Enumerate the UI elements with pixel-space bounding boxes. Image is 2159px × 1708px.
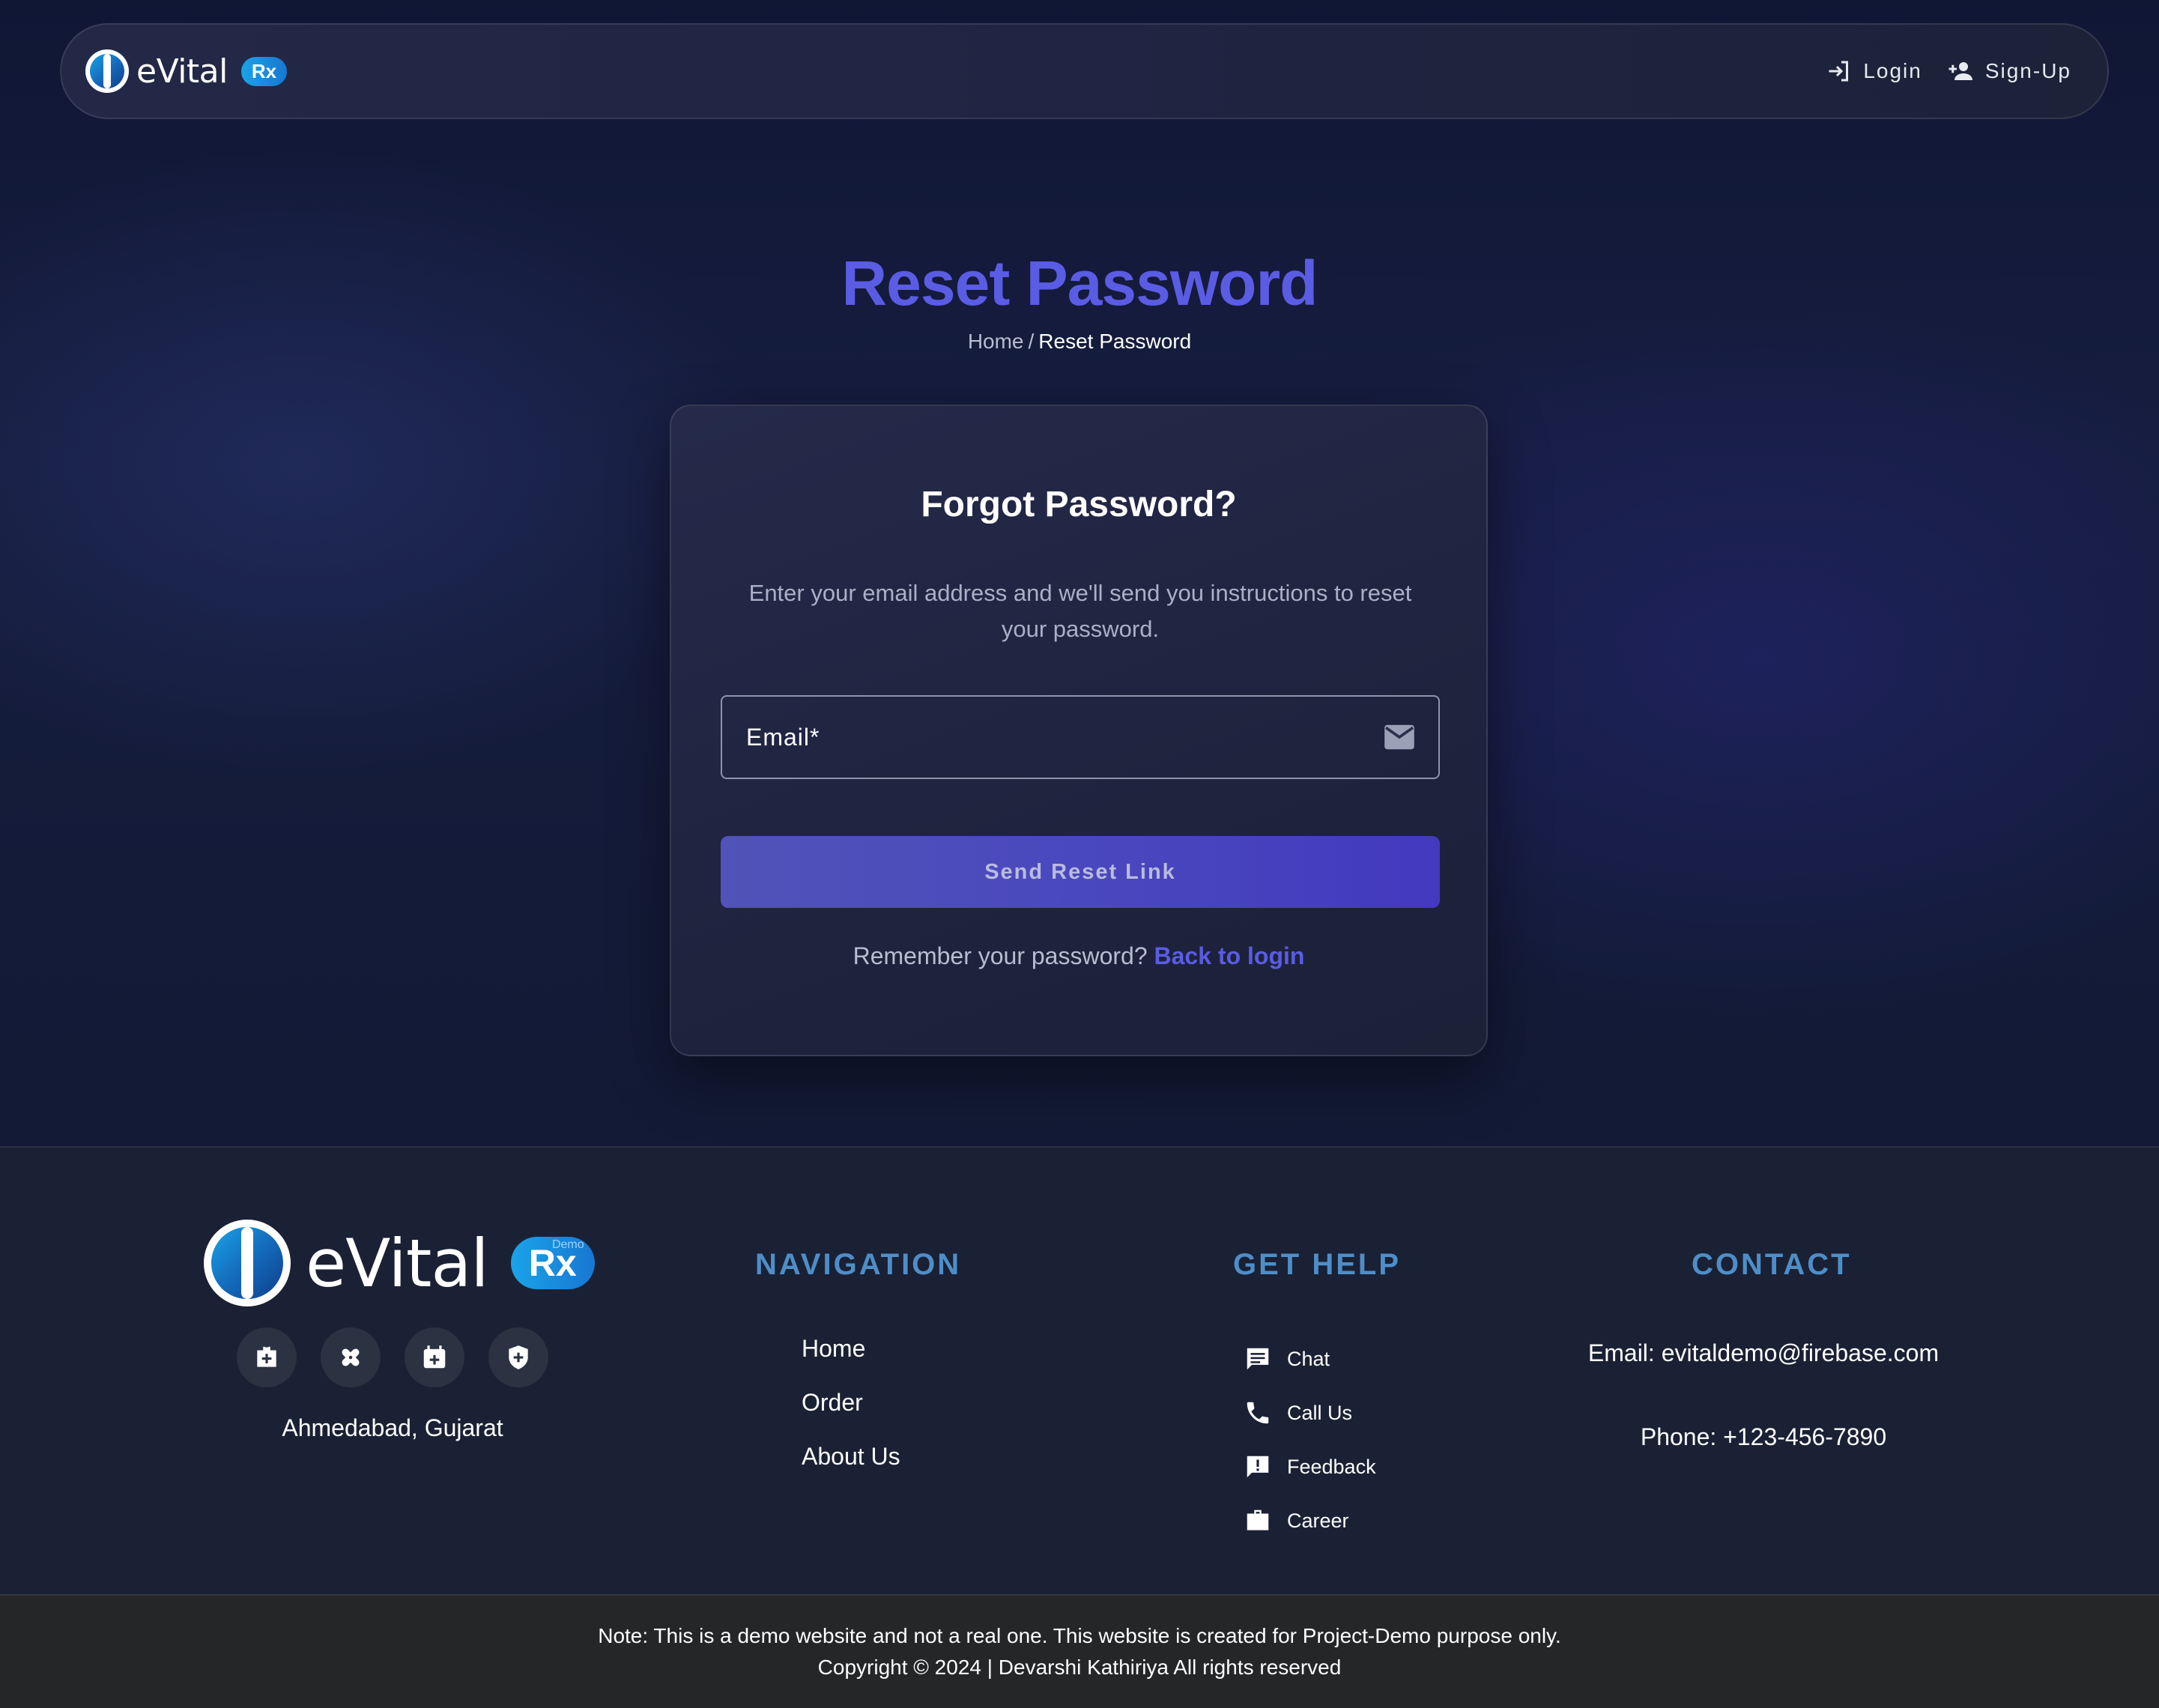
logo-mark-icon xyxy=(85,49,129,93)
rx-badge: Rx xyxy=(240,56,288,86)
footer-nav-home[interactable]: Home xyxy=(802,1333,900,1387)
navigation-heading: NAVIGATION xyxy=(755,1248,962,1281)
social-icons xyxy=(237,1327,548,1387)
login-link[interactable]: Login xyxy=(1826,58,1922,85)
brand-logo[interactable]: eVital Rx xyxy=(85,49,288,93)
login-label: Login xyxy=(1863,59,1922,82)
help-feedback-label: Feedback xyxy=(1287,1455,1376,1478)
person-add-icon xyxy=(1948,62,1972,80)
email-field[interactable]: Email* xyxy=(721,695,1440,779)
breadcrumb: Home / Reset Password xyxy=(0,330,2159,354)
breadcrumb-separator: / xyxy=(1028,330,1035,353)
back-to-login-link[interactable]: Back to login xyxy=(1154,942,1305,969)
copyright: Copyright © 2024 | Devarshi Kathiriya Al… xyxy=(817,1656,1342,1679)
reset-password-card: Forgot Password? Enter your email addres… xyxy=(670,405,1488,1056)
demo-tag: Demo xyxy=(551,1238,584,1251)
help-career[interactable]: Career xyxy=(1244,1494,1376,1548)
footer-brand-name: eVital xyxy=(306,1224,489,1302)
signup-label: Sign-Up xyxy=(1984,59,2071,82)
bandage-button[interactable] xyxy=(321,1327,381,1387)
mail-icon xyxy=(1384,724,1414,750)
breadcrumb-current: Reset Password xyxy=(1038,330,1192,353)
phone-icon xyxy=(1247,1402,1269,1424)
footer-location: Ahmedabad, Gujarat xyxy=(282,1414,503,1441)
footer-navigation-list: Home Order About Us xyxy=(802,1333,900,1495)
page-title: Reset Password xyxy=(841,248,1318,318)
feedback-icon xyxy=(1247,1456,1269,1478)
briefcase-icon xyxy=(1247,1509,1269,1530)
footer-nav-about[interactable]: About Us xyxy=(802,1441,900,1495)
medical-bag-icon xyxy=(257,1345,276,1367)
remember-password-line: Remember your password? Back to login xyxy=(671,942,1486,970)
bottom-bar: Note: This is a demo website and not a r… xyxy=(0,1594,2159,1708)
footer-help-list: Chat Call Us Feedback Career xyxy=(1244,1332,1376,1548)
footer-logo-mark-icon xyxy=(204,1220,291,1306)
help-call-us-label: Call Us xyxy=(1287,1401,1353,1424)
nav-actions: Login Sign-Up xyxy=(1826,58,2071,85)
help-career-label: Career xyxy=(1287,1509,1349,1532)
contact-phone[interactable]: Phone: +123-456-7890 xyxy=(1539,1423,1988,1451)
calendar-plus-button[interactable] xyxy=(405,1327,464,1387)
email-label: Email* xyxy=(746,723,820,751)
remember-text: Remember your password? xyxy=(853,942,1148,969)
footer: eVital Rx Demo Ahmedabad, Gujarat NAVIGA… xyxy=(0,1146,2159,1594)
bandage-icon xyxy=(342,1348,360,1366)
send-reset-link-button[interactable]: Send Reset Link xyxy=(721,836,1440,908)
contact-heading: CONTACT xyxy=(1692,1248,1852,1281)
brand-name: eVital xyxy=(136,52,228,91)
demo-note: Note: This is a demo website and not a r… xyxy=(598,1624,1561,1647)
contact-email[interactable]: Email: evitaldemo@firebase.com xyxy=(1539,1339,1988,1367)
login-icon xyxy=(1829,61,1849,82)
card-title: Forgot Password? xyxy=(921,485,1237,524)
signup-link[interactable]: Sign-Up xyxy=(1948,58,2071,85)
footer-rx-badge: Rx Demo xyxy=(510,1237,595,1289)
calendar-plus-icon xyxy=(423,1345,446,1369)
footer-brand-logo[interactable]: eVital Rx Demo xyxy=(204,1220,595,1306)
footer-nav-order[interactable]: Order xyxy=(802,1387,900,1441)
get-help-heading: GET HELP xyxy=(1233,1248,1402,1281)
help-chat[interactable]: Chat xyxy=(1244,1332,1376,1386)
help-call-us[interactable]: Call Us xyxy=(1244,1386,1376,1440)
help-feedback[interactable]: Feedback xyxy=(1244,1440,1376,1494)
help-chat-label: Chat xyxy=(1287,1347,1330,1370)
chat-icon xyxy=(1247,1348,1269,1370)
shield-plus-icon xyxy=(509,1345,528,1369)
card-description: Enter your email address and we'll send … xyxy=(748,580,1412,642)
medical-bag-button[interactable] xyxy=(237,1327,297,1387)
breadcrumb-home[interactable]: Home xyxy=(968,330,1024,353)
shield-plus-button[interactable] xyxy=(488,1327,548,1387)
top-navbar: eVital Rx Login Sign-Up xyxy=(60,23,2109,119)
